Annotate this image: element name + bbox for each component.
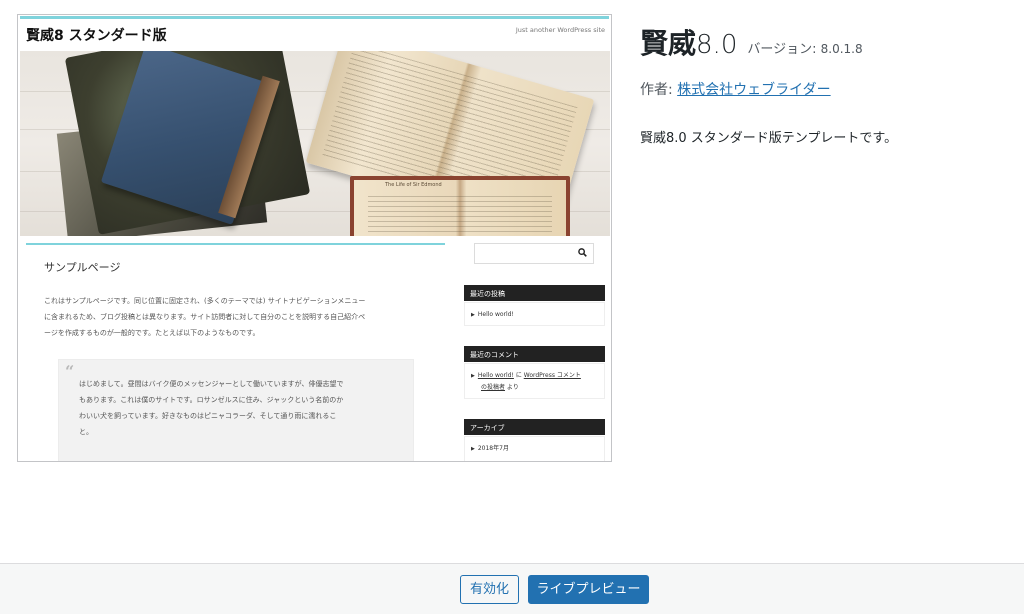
preview-site-title: 賢威8 スタンダード版 — [26, 28, 167, 44]
archive-item: 2018年7月 — [477, 445, 509, 452]
search-icon — [578, 248, 587, 259]
blockquote: “ はじめまして。昼間はバイク便のメッセンジャーとして働いていますが、俳優志望で… — [58, 359, 414, 461]
comment-post-link: Hello world! — [477, 372, 514, 379]
header-accent-line — [20, 16, 609, 19]
theme-name: 賢威 — [640, 27, 697, 60]
body-line: これはサンプルページです。同じ位置に固定され、(多くのテーマでは) サイトナビゲ… — [44, 297, 366, 305]
archives-list: ▶ 2018年7月 — [464, 436, 605, 461]
recent-posts-list: ▶ Hello world! — [464, 302, 605, 326]
open-book-image-2 — [350, 176, 570, 236]
sample-page-body: これはサンプルページです。同じ位置に固定され、(多くのテーマでは) サイトナビゲ… — [44, 293, 429, 341]
theme-version-display: 8.0 — [696, 30, 738, 60]
triangle-bullet-icon: ▶ — [471, 446, 475, 452]
activate-button[interactable]: 有効化 — [460, 575, 519, 604]
recent-comments-heading: 最近のコメント — [464, 346, 605, 362]
theme-name-heading: 賢威8.0 バージョン: 8.0.1.8 — [640, 22, 863, 62]
quote-line: もあります。これは僕のサイトです。ロサンゼルスに住み、ジャックという名前のか — [79, 396, 344, 404]
hero-image: The Life of Sir Edmond — [20, 51, 610, 236]
quote-mark-icon: “ — [65, 362, 75, 381]
preview-tagline: Just another WordPress site — [515, 26, 605, 34]
version-label: バージョン: — [747, 42, 821, 57]
triangle-bullet-icon: ▶ — [471, 373, 475, 379]
author-label: 作者: — [640, 82, 678, 98]
comment-suffix: より — [505, 384, 519, 391]
comment-author-link: WordPress コメント — [523, 372, 581, 379]
live-preview-button[interactable]: ライブプレビュー — [528, 575, 649, 604]
recent-posts-heading: 最近の投稿 — [464, 285, 605, 301]
theme-description: 賢威8.0 スタンダード版テンプレートです。 — [640, 131, 898, 146]
body-line: に含まれるため、ブログ投稿とは異なります。サイト訪問者に対して自分のことを説明す… — [44, 313, 366, 321]
sample-page-title: サンプルページ — [44, 261, 121, 274]
quote-line: わいい犬を飼っています。好きなものはピニャコラーダ、そして通り雨に濡れるこ — [79, 412, 337, 420]
author-link[interactable]: 株式会社ウェブライダー — [677, 82, 830, 98]
theme-actions: 有効化 ライブプレビュー — [0, 563, 1024, 614]
triangle-bullet-icon: ▶ — [471, 312, 475, 318]
comment-connector: に — [513, 372, 524, 379]
body-line: ージを作成するものが一般的です。たとえば以下のようなものです。 — [44, 329, 260, 337]
preview-search-box — [474, 243, 594, 264]
book-page-heading: The Life of Sir Edmond — [385, 182, 442, 188]
version-number: 8.0.1.8 — [820, 42, 863, 56]
theme-author: 作者: 株式会社ウェブライダー — [640, 79, 831, 99]
theme-details-overlay: 賢威8 スタンダード版 Just another WordPress site … — [0, 0, 1024, 614]
recent-comments-list: ▶ Hello world! に WordPress コメント の投稿者 より — [464, 363, 605, 399]
comment-author-link-cont: の投稿者 — [481, 384, 506, 391]
quote-text: はじめまして。昼間はバイク便のメッセンジャーとして働いていますが、俳優志望で も… — [79, 376, 399, 440]
sample-page-card: サンプルページ これはサンプルページです。同じ位置に固定され、(多くのテーマでは… — [26, 243, 445, 461]
quote-line: はじめまして。昼間はバイク便のメッセンジャーとして働いていますが、俳優志望で — [79, 380, 344, 388]
archives-heading: アーカイブ — [464, 419, 605, 435]
theme-screenshot: 賢威8 スタンダード版 Just another WordPress site … — [17, 14, 612, 462]
recent-post-item: Hello world! — [477, 311, 514, 318]
quote-line: と。 — [79, 428, 93, 436]
